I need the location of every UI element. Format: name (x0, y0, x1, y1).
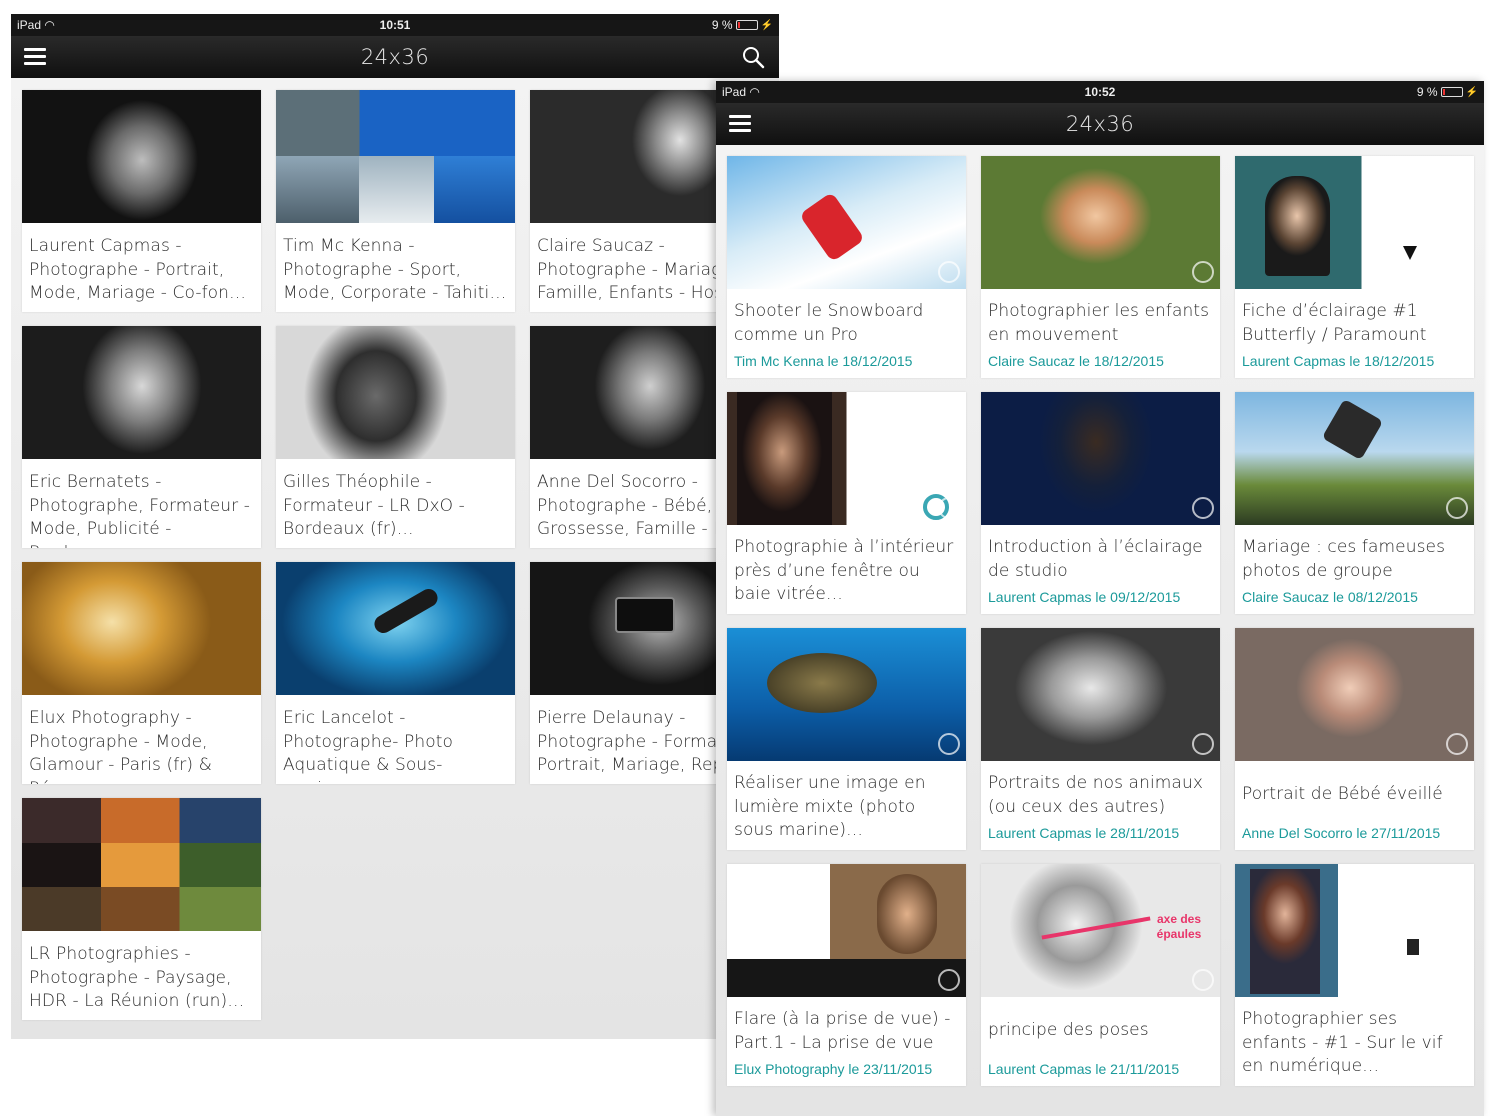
article-card[interactable]: Portraits de nos animaux (ou ceux des au… (981, 628, 1220, 850)
article-meta: Claire Saucaz le 18/12/2015 (988, 353, 1164, 369)
photographer-photo (22, 90, 261, 223)
aperture-icon (1192, 733, 1214, 755)
app-title: 24x36 (360, 45, 430, 69)
article-photo (1235, 156, 1474, 289)
article-photo (727, 156, 966, 289)
article-photo (1235, 628, 1474, 761)
article-title: Réaliser une image en lumière mixte (pho… (734, 773, 926, 840)
article-meta: Anne Del Socorro le 27/11/2015 (1242, 825, 1441, 841)
photographer-photo (276, 562, 515, 695)
article-meta: Claire Saucaz le 08/12/2015 (1242, 589, 1418, 605)
article-card[interactable]: Introduction à l’éclairage de studio Lau… (981, 392, 1220, 614)
article-card[interactable]: Réaliser une image en lumière mixte (pho… (727, 628, 966, 850)
photographer-grid: Laurent Capmas - Photographe - Portrait,… (22, 90, 769, 1020)
article-photo (727, 628, 966, 761)
battery-percent: 9 % (1416, 85, 1438, 99)
article-card[interactable]: Mariage : ces fameuses photos de groupe … (1235, 392, 1474, 614)
aperture-icon (938, 969, 960, 991)
battery-icon (1440, 87, 1463, 97)
article-title: Photographier les enfants en mouvement (988, 301, 1210, 345)
photographer-name: Eric Bernatets - Photographe, Formateur … (29, 472, 251, 548)
article-card[interactable]: Flare (à la prise de vue) - Part.1 - La … (727, 864, 966, 1086)
app-title: 24x36 (1065, 112, 1135, 136)
pose-overlay-label: axe des épaules (1156, 912, 1202, 941)
photographer-name: Gilles Théophile - Formateur - LR DxO - … (283, 472, 465, 539)
article-card[interactable]: Fiche d’éclairage #1 Butterfly / Paramou… (1235, 156, 1474, 378)
article-title: Photographie à l’intérieur près d’une fe… (734, 537, 954, 604)
article-card[interactable]: Photographier ses enfants - #1 - Sur le … (1235, 864, 1474, 1086)
photographer-name: LR Photographies - Photographe - Paysage… (29, 944, 245, 1011)
aperture-icon (1446, 969, 1468, 991)
article-photo: axe des épaules (981, 864, 1220, 997)
article-photo (981, 392, 1220, 525)
aperture-icon (1192, 497, 1214, 519)
article-meta: Tim Mc Kenna le 18/12/2015 (734, 353, 913, 369)
article-title: Photographier ses enfants - #1 - Sur le … (1242, 1009, 1443, 1076)
article-card[interactable]: Portrait de Bébé éveillé Anne Del Socorr… (1235, 628, 1474, 850)
aperture-icon (1446, 497, 1468, 519)
photographer-card[interactable]: Gilles Théophile - Formateur - LR DxO - … (276, 326, 515, 548)
aperture-icon (938, 261, 960, 283)
status-time: 10:51 (379, 18, 411, 32)
article-meta: Laurent Capmas le 18/12/2015 (1242, 353, 1435, 369)
aperture-icon (938, 497, 960, 519)
photographer-card[interactable]: LR Photographies - Photographe - Paysage… (22, 798, 261, 1020)
article-card[interactable]: axe des épaules principe des poses Laure… (981, 864, 1220, 1086)
article-card[interactable]: Photographier les enfants en mouvement C… (981, 156, 1220, 378)
search-icon[interactable] (741, 45, 765, 69)
photographer-name: Eric Lancelot - Photographe- Photo Aquat… (283, 708, 453, 784)
status-time: 10:52 (1084, 85, 1116, 99)
article-title: Shooter le Snowboard comme un Pro (734, 301, 924, 345)
battery-icon (735, 20, 758, 30)
aperture-icon (1446, 733, 1468, 755)
ipad-screen-articles: iPad ◠ 10:52 9 % ⚡ 24x36 Shooter le Snow… (716, 81, 1484, 1116)
article-photo (981, 156, 1220, 289)
article-photo (1235, 392, 1474, 525)
aperture-icon (1446, 261, 1468, 283)
aperture-icon (1192, 969, 1214, 991)
article-title: Mariage : ces fameuses photos de groupe (1242, 537, 1446, 581)
article-photo (1235, 864, 1474, 997)
photographer-photo (22, 562, 261, 695)
article-photo (727, 864, 966, 997)
photographer-name: Tim Mc Kenna - Photographe - Sport, Mode… (283, 236, 507, 303)
photographer-photo (276, 326, 515, 459)
photographer-card[interactable]: Eric Bernatets - Photographe, Formateur … (22, 326, 261, 548)
photographer-card[interactable]: Tim Mc Kenna - Photographe - Sport, Mode… (276, 90, 515, 312)
article-photo (981, 628, 1220, 761)
status-bar: iPad ◠ 10:52 9 % ⚡ (716, 81, 1484, 103)
article-photo (727, 392, 966, 525)
charging-icon: ⚡ (1465, 86, 1478, 98)
ipad-screen-photographers: iPad ◠ 10:51 9 % ⚡ 24x36 Laurent Capmas … (11, 14, 779, 1039)
article-grid: Shooter le Snowboard comme un Pro Tim Mc… (727, 156, 1474, 1086)
article-title: Portrait de Bébé éveillé (1242, 784, 1443, 804)
article-title: Introduction à l’éclairage de studio (988, 537, 1203, 581)
article-meta: Elux Photography le 23/11/2015 (734, 1061, 933, 1077)
article-title: principe des poses (988, 1020, 1149, 1040)
article-meta: Laurent Capmas le 09/12/2015 (988, 589, 1181, 605)
article-meta: Laurent Capmas le 21/11/2015 (988, 1061, 1180, 1077)
charging-icon: ⚡ (760, 19, 773, 31)
photographer-photo (22, 798, 261, 931)
article-card[interactable]: Shooter le Snowboard comme un Pro Tim Mc… (727, 156, 966, 378)
photographer-name: Elux Photography - Photographe - Mode, G… (29, 708, 212, 784)
aperture-icon (1192, 261, 1214, 283)
battery-percent: 9 % (711, 18, 733, 32)
article-title: Fiche d’éclairage #1 Butterfly / Paramou… (1242, 301, 1427, 345)
article-card[interactable]: Photographie à l’intérieur près d’une fe… (727, 392, 966, 614)
article-meta: Laurent Capmas le 28/11/2015 (988, 825, 1180, 841)
photographer-photo (22, 326, 261, 459)
photographer-card[interactable]: Elux Photography - Photographe - Mode, G… (22, 562, 261, 784)
aperture-icon (938, 733, 960, 755)
photographer-card[interactable]: Laurent Capmas - Photographe - Portrait,… (22, 90, 261, 312)
photographer-card[interactable]: Eric Lancelot - Photographe- Photo Aquat… (276, 562, 515, 784)
nav-bar: 24x36 (11, 36, 779, 78)
photographer-photo (276, 90, 515, 223)
photographer-name: Laurent Capmas - Photographe - Portrait,… (29, 236, 247, 303)
article-title: Portraits de nos animaux (ou ceux des au… (988, 773, 1203, 817)
nav-bar: 24x36 (716, 103, 1484, 145)
status-bar: iPad ◠ 10:51 9 % ⚡ (11, 14, 779, 36)
article-title: Flare (à la prise de vue) - Part.1 - La … (734, 1009, 951, 1053)
